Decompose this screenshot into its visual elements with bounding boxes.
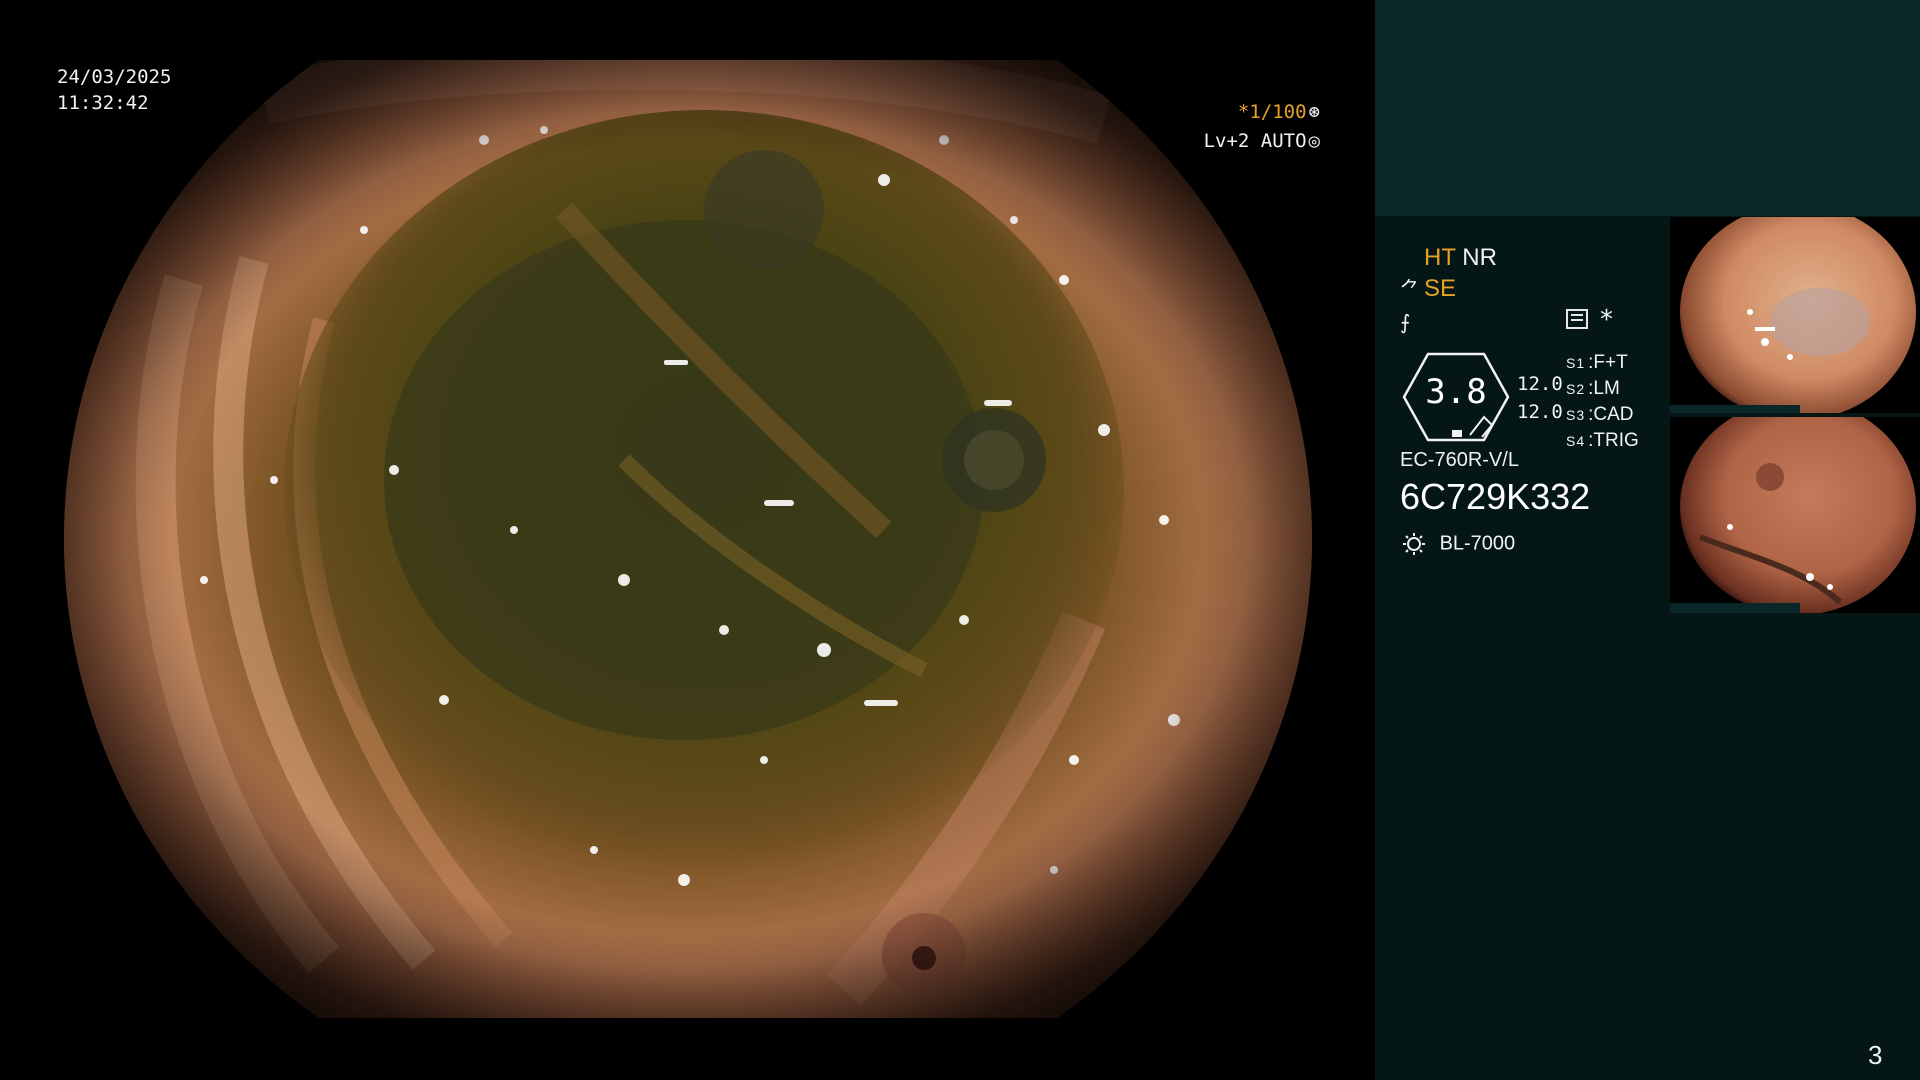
gauge-value: 3.8 <box>1425 372 1487 412</box>
target-icon: ◎ <box>1308 130 1320 152</box>
scope-model: EC-760R-V/L <box>1400 449 1519 471</box>
switch-key: S2 <box>1566 381 1586 397</box>
menu-list-icon <box>1566 309 1588 329</box>
structure-enhance-icon: ⺈ <box>1400 279 1420 301</box>
sun-icon <box>1403 533 1425 555</box>
switch-value: TRIG <box>1593 430 1639 451</box>
page-number: 3 <box>1868 1040 1883 1070</box>
switch-row: S4:TRIG <box>1566 430 1639 451</box>
switch-value: CAD <box>1593 404 1634 425</box>
setting-value-1: 12.0 <box>1517 373 1563 395</box>
switch-key: S1 <box>1566 355 1586 371</box>
asterisk-icon: * <box>1600 305 1613 335</box>
setting-values: 12.0 12.0 <box>1517 370 1563 426</box>
timestamp: 24/03/2025 11:32:42 <box>57 64 171 116</box>
switch-row: S2:LM <box>1566 378 1620 399</box>
mode-se: SE <box>1424 275 1457 302</box>
scope-serial-number: 6C729K332 <box>1400 476 1591 517</box>
light-source-model: BL-7000 <box>1439 532 1516 555</box>
switch-row: S3:CAD <box>1566 404 1634 425</box>
setting-value-2: 12.0 <box>1517 401 1563 423</box>
aperture-icon: ⊛ <box>1308 101 1320 123</box>
mode-nr: NR <box>1462 244 1497 271</box>
mode-ht: HT <box>1424 244 1456 271</box>
switch-value: LM <box>1593 378 1620 399</box>
color-enhance-icon: ⨍ <box>1400 312 1411 334</box>
captured-image-thumbnail[interactable] <box>1670 217 1920 413</box>
exposure-info: *1/100 ⊛ Lv+2 AUTO ◎ <box>1204 98 1320 156</box>
switch-row: S1:F+T <box>1566 352 1628 373</box>
date-text: 24/03/2025 <box>57 66 172 88</box>
scope-switch-assignments: S1:F+T S2:LM S3:CAD S4:TRIG <box>1566 350 1639 454</box>
time-text: 11:32:42 <box>57 92 149 114</box>
shutter-speed-text: *1/100 <box>1237 101 1307 123</box>
panel-header-area <box>1375 0 1920 216</box>
endoscopic-image <box>64 60 1312 1018</box>
switch-key: S4 <box>1566 433 1586 449</box>
light-source: BL-7000 <box>1400 532 1515 556</box>
switch-value: F+T <box>1593 352 1628 373</box>
brightness-level-text: Lv+2 AUTO <box>1203 130 1307 152</box>
image-mode-indicators: HT NR ⺈ SE ⨍ <box>1400 242 1497 339</box>
endoscope-video-area: 24/03/2025 11:32:42 *1/100 ⊛ Lv+2 AUTO ◎ <box>0 0 1375 1080</box>
switch-key: S3 <box>1566 407 1586 423</box>
captured-image-thumbnail[interactable] <box>1670 417 1920 613</box>
